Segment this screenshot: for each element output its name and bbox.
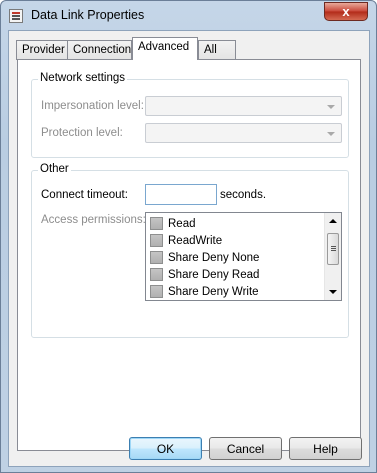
impersonation-level-select[interactable] <box>145 96 342 116</box>
permission-label: Share Deny None <box>168 251 260 264</box>
title-bar[interactable]: Data Link Properties x <box>1 1 376 31</box>
permission-label: Share Deny Read <box>168 268 260 281</box>
list-scrollbar[interactable] <box>324 213 341 300</box>
datalink-icon <box>9 9 23 23</box>
tab-all[interactable]: All <box>198 40 236 60</box>
connect-timeout-input[interactable] <box>145 184 217 205</box>
cancel-button[interactable]: Cancel <box>209 437 282 460</box>
other-group: Other Connect timeout: seconds. Access p… <box>31 163 349 338</box>
scroll-down-icon[interactable] <box>329 290 337 294</box>
protection-level-select[interactable] <box>145 123 342 143</box>
permission-label: Share Deny Write <box>168 285 259 298</box>
tab-advanced[interactable]: Advanced <box>132 37 198 60</box>
dialog-client: Provider Connection Advanced All Network… <box>8 30 370 467</box>
checkbox[interactable] <box>150 234 163 247</box>
connect-timeout-label: Connect timeout: <box>41 189 128 201</box>
scroll-up-icon[interactable] <box>329 219 337 223</box>
checkbox[interactable] <box>150 268 163 281</box>
permission-item-share-deny-write[interactable]: Share Deny Write <box>150 283 326 300</box>
tab-all-label: All <box>204 44 217 56</box>
tab-connection-label: Connection <box>73 44 132 56</box>
access-permissions-list[interactable]: Read ReadWrite Share Deny None Share Den… <box>145 212 342 301</box>
permission-label: ReadWrite <box>168 234 223 247</box>
advanced-tab-panel: Network settings Impersonation level: Pr… <box>17 59 361 451</box>
tab-provider-label: Provider <box>22 44 65 56</box>
permission-label: Read <box>168 217 196 230</box>
dialog-window: Data Link Properties x Provider Connecti… <box>0 0 377 473</box>
chevron-down-icon <box>327 105 335 109</box>
scroll-thumb[interactable] <box>327 233 339 265</box>
close-button[interactable]: x <box>324 2 368 21</box>
checkbox[interactable] <box>150 285 163 298</box>
tab-advanced-label: Advanced <box>138 41 190 53</box>
tab-provider[interactable]: Provider <box>16 40 68 60</box>
timeout-unit-label: seconds. <box>220 189 267 201</box>
other-title: Other <box>38 163 71 175</box>
close-icon: x <box>342 4 350 19</box>
access-permissions-label: Access permissions: <box>41 214 146 226</box>
permission-item-share-deny-none[interactable]: Share Deny None <box>150 249 326 266</box>
permission-item-readwrite[interactable]: ReadWrite <box>150 232 326 249</box>
network-settings-title: Network settings <box>38 72 128 84</box>
checkbox[interactable] <box>150 217 163 230</box>
permission-item-read[interactable]: Read <box>150 215 326 232</box>
chevron-down-icon <box>327 132 335 136</box>
tab-connection[interactable]: Connection <box>67 40 132 60</box>
impersonation-level-label: Impersonation level: <box>41 100 144 112</box>
checkbox[interactable] <box>150 251 163 264</box>
protection-level-label: Protection level: <box>41 127 123 139</box>
help-button[interactable]: Help <box>289 437 362 460</box>
ok-button[interactable]: OK <box>129 437 202 460</box>
permission-item-share-deny-read[interactable]: Share Deny Read <box>150 266 326 283</box>
window-title: Data Link Properties <box>31 8 145 22</box>
network-settings-group: Network settings Impersonation level: Pr… <box>31 72 349 158</box>
